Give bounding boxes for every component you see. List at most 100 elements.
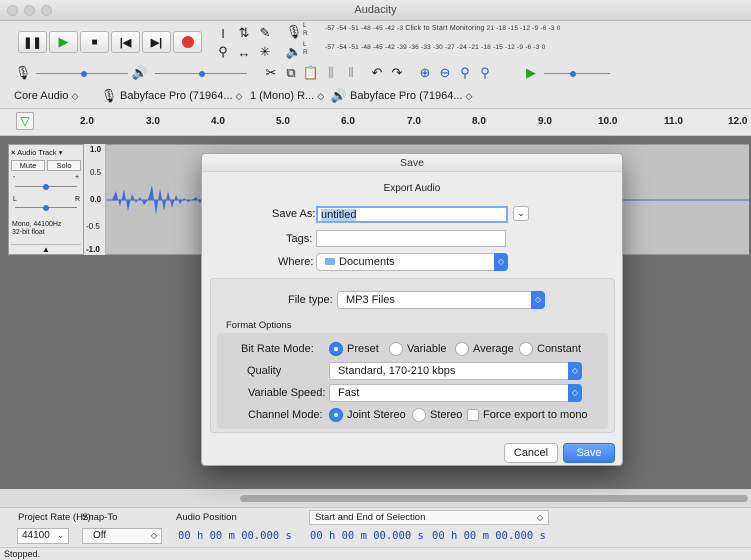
track-close-icon[interactable]: × xyxy=(11,148,15,157)
ruler-tick: 10.0 xyxy=(598,116,618,127)
play-at-speed-icon[interactable]: ▶ xyxy=(522,64,540,82)
input-channels-select[interactable]: 1 (Mono) R... ◇ xyxy=(250,88,324,105)
output-device-select[interactable]: Babyface Pro (71964... ◇ xyxy=(350,88,472,105)
file-type-select[interactable]: MP3 Files ◇ xyxy=(337,291,545,309)
selection-mode-select[interactable]: Start and End of Selection ◇ xyxy=(309,510,549,525)
pause-button[interactable]: ❚❚ xyxy=(18,31,47,53)
skip-end-icon: ▶| xyxy=(150,36,163,49)
paste-icon[interactable]: 📋 xyxy=(302,64,320,82)
mute-button[interactable]: Mute xyxy=(11,160,45,171)
close-window-button[interactable] xyxy=(7,5,18,16)
variable-speed-select[interactable]: Fast ◇ xyxy=(329,384,582,402)
output-volume-slider[interactable] xyxy=(155,68,247,80)
play-button[interactable]: ▶ xyxy=(49,31,78,53)
stereo-radio[interactable] xyxy=(412,408,426,422)
quality-select[interactable]: Standard, 170-210 kbps ◇ xyxy=(329,362,582,380)
skip-to-start-button[interactable]: |◀ xyxy=(111,31,140,53)
zoom-tool-icon[interactable]: ⚲ xyxy=(214,43,232,61)
scrollbar-thumb[interactable] xyxy=(240,495,748,502)
silence-icon[interactable]: ⫴ xyxy=(342,64,360,82)
input-device-mic-icon: 🎙 xyxy=(100,88,118,103)
track-name-menu[interactable]: × Audio Track ▾ xyxy=(11,147,81,158)
fit-project-icon[interactable]: ⚲ xyxy=(476,64,494,82)
minimize-window-button[interactable] xyxy=(24,5,35,16)
horizontal-scrollbar[interactable] xyxy=(0,489,751,507)
select-arrows-icon: ◇ xyxy=(568,362,582,380)
track-pan-slider[interactable] xyxy=(15,202,77,214)
select-arrows-icon: ◇ xyxy=(568,384,582,402)
track-gain-slider[interactable] xyxy=(15,181,77,193)
undo-icon[interactable]: ↶ xyxy=(368,64,386,82)
bit-rate-variable-radio[interactable] xyxy=(389,342,403,356)
joint-stereo-radio[interactable] xyxy=(329,408,343,422)
save-button[interactable]: Save xyxy=(563,443,615,463)
dialog-title: Save xyxy=(202,154,622,172)
where-select[interactable]: Documents ◇ xyxy=(316,253,508,271)
audio-host-select[interactable]: Core Audio ◇ xyxy=(14,88,78,105)
scale-label: 0.0 xyxy=(90,195,102,204)
selection-start-time[interactable]: 00 h 00 m 00.000 s xyxy=(310,530,424,542)
output-device-speaker-icon: 🔊 xyxy=(330,88,348,103)
ruler-tick: 7.0 xyxy=(407,116,421,127)
zoom-window-button[interactable] xyxy=(41,5,52,16)
pause-icon: ❚❚ xyxy=(23,36,42,49)
window-title-bar: Audacity xyxy=(0,0,751,21)
zoom-in-icon[interactable]: ⊕ xyxy=(416,64,434,82)
save-as-field[interactable]: untitled xyxy=(316,206,508,223)
snap-to-select[interactable]: Off ◇ xyxy=(82,528,162,544)
force-mono-label: Force export to mono xyxy=(483,409,588,421)
tags-field[interactable] xyxy=(316,230,506,247)
timeline-ruler[interactable]: ▽ 2.0 3.0 4.0 5.0 6.0 7.0 8.0 9.0 10.0 1… xyxy=(0,108,751,136)
folder-icon xyxy=(325,258,335,265)
selection-end-time[interactable]: 00 h 00 m 00.000 s xyxy=(432,530,546,542)
audio-position-time[interactable]: 00 h 00 m 00.000 s xyxy=(178,530,292,542)
record-meter-scale: -57 -54 -51 -48 -45 -42 -3 xyxy=(325,25,404,32)
ruler-tick: 8.0 xyxy=(472,116,486,127)
timeline-options-icon[interactable]: ▽ xyxy=(16,112,34,130)
record-meter[interactable]: -57 -54 -51 -48 -45 -42 -3 Click to Star… xyxy=(325,25,561,37)
input-device-select[interactable]: Babyface Pro (71964... ◇ xyxy=(120,88,242,105)
timeshift-tool-icon[interactable]: ↔ xyxy=(235,43,253,61)
fit-selection-icon[interactable]: ⚲ xyxy=(456,64,474,82)
file-type-label: File type: xyxy=(288,294,333,306)
bit-rate-preset-label: Preset xyxy=(347,343,379,355)
bit-rate-constant-label: Constant xyxy=(537,343,582,355)
track-name: Audio Track xyxy=(17,148,57,157)
channel-mode-label: Channel Mode: xyxy=(248,409,323,421)
window-title: Audacity xyxy=(354,4,397,16)
copy-icon[interactable]: ⧉ xyxy=(282,64,300,82)
redo-icon[interactable]: ↷ xyxy=(388,64,406,82)
bit-rate-average-radio[interactable] xyxy=(455,342,469,356)
multi-tool-icon[interactable]: ✳ xyxy=(256,43,274,61)
force-mono-checkbox[interactable] xyxy=(467,409,479,421)
track-format-info: Mono, 44100Hz xyxy=(12,221,62,228)
expand-dialog-button[interactable]: ⌄ xyxy=(513,206,529,221)
skip-to-end-button[interactable]: ▶| xyxy=(142,31,171,53)
ruler-tick: 9.0 xyxy=(538,116,552,127)
bit-rate-preset-radio[interactable] xyxy=(329,342,343,356)
trim-icon[interactable]: ⫼ xyxy=(322,64,340,82)
cancel-button[interactable]: Cancel xyxy=(504,443,558,463)
stop-button[interactable]: ■ xyxy=(80,31,109,53)
project-rate-select[interactable]: 44100 ⌄ xyxy=(17,528,69,544)
bit-rate-constant-radio[interactable] xyxy=(519,342,533,356)
play-at-speed-slider[interactable] xyxy=(544,68,610,80)
cut-icon[interactable]: ✂ xyxy=(262,64,280,82)
track-control-panel: × Audio Track ▾ Mute Solo - + L R Mono, … xyxy=(8,144,84,255)
select-arrows-icon: ◇ xyxy=(531,291,545,309)
track-vertical-scale[interactable]: 1.0 0.5 0.0 -0.5 -1.0 xyxy=(84,144,106,255)
selection-toolbar: Project Rate (Hz): 44100 ⌄ Snap-To Off ◇ A… xyxy=(0,507,751,547)
audio-position-label: Audio Position xyxy=(176,512,237,523)
playback-meter[interactable]: -57 -54 -51 -48 -45 -42 -39 -36 -33 -30 … xyxy=(325,44,545,56)
input-volume-slider[interactable] xyxy=(36,68,128,80)
collapse-track-icon[interactable]: ▲ xyxy=(11,244,81,254)
envelope-tool-icon[interactable]: ⇅ xyxy=(235,24,253,42)
draw-tool-icon[interactable]: ✎ xyxy=(256,24,274,42)
record-meter-hint: Click to Start Monitoring xyxy=(405,25,485,32)
record-button[interactable] xyxy=(173,31,202,53)
selection-tool-icon[interactable]: I xyxy=(214,24,232,42)
ruler-tick: 6.0 xyxy=(341,116,355,127)
zoom-out-icon[interactable]: ⊖ xyxy=(436,64,454,82)
format-options-panel: File type: MP3 Files ◇ Format Options Bi… xyxy=(210,278,615,433)
solo-button[interactable]: Solo xyxy=(47,160,81,171)
